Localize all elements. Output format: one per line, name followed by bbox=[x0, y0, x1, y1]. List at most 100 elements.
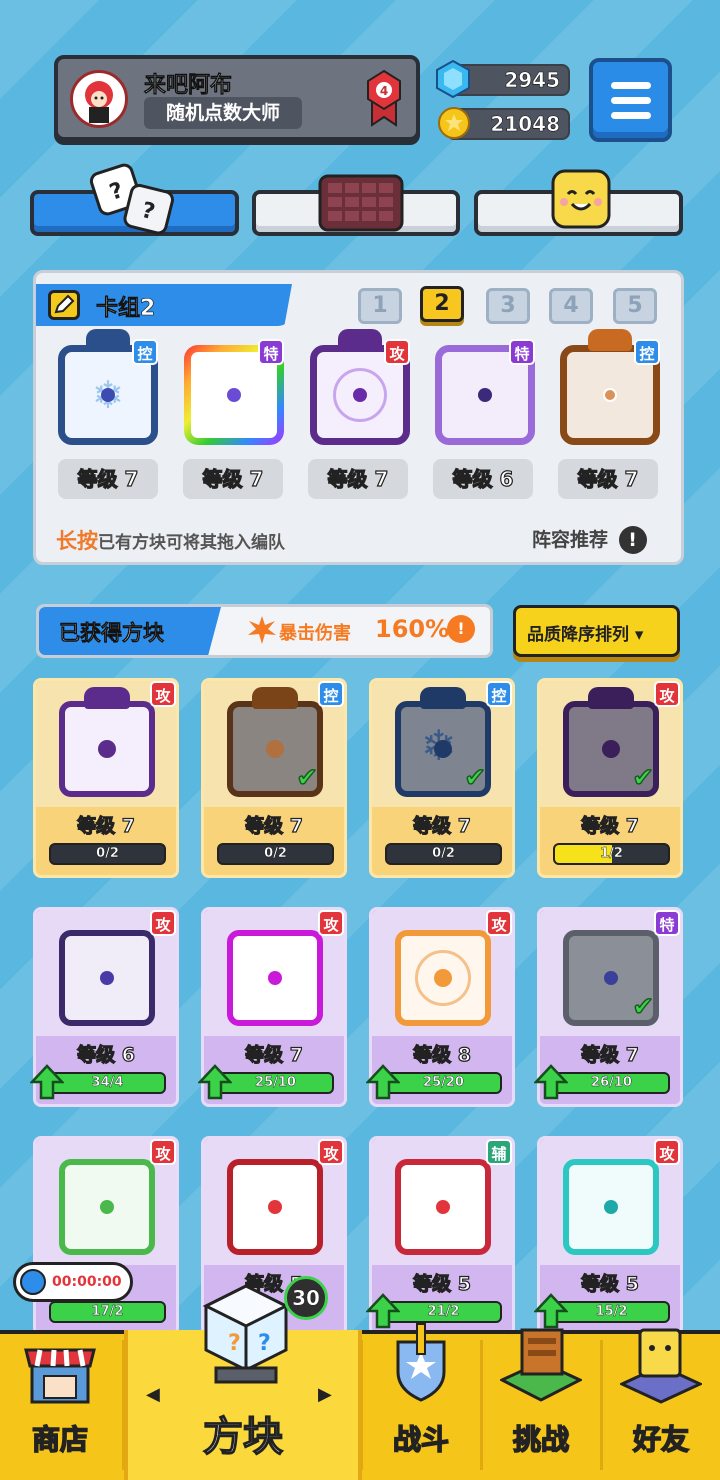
nav-battle[interactable]: 战斗 bbox=[362, 1323, 480, 1480]
deck-slot-ice[interactable]: ❄ 控 bbox=[56, 329, 160, 445]
card-level: 等级 7 bbox=[244, 1043, 303, 1066]
deck-slot-level: 等级 7 bbox=[308, 459, 408, 499]
upgrade-progress-bar: 0/2 bbox=[49, 843, 166, 865]
deck-slot-crack[interactable]: 特 bbox=[433, 339, 537, 445]
type-badge-attack: 攻 bbox=[318, 910, 344, 936]
dice-card[interactable]: 攻 等级 8 25/20 bbox=[365, 907, 515, 1107]
dragon-head-icon bbox=[588, 329, 632, 351]
deck-page-tab-2[interactable]: 2 bbox=[420, 286, 464, 322]
dice-card[interactable]: 攻 17/2 bbox=[33, 1136, 179, 1336]
type-badge-control: 控 bbox=[318, 681, 344, 707]
pip bbox=[100, 971, 114, 985]
upgrade-arrow-icon[interactable] bbox=[197, 1064, 233, 1100]
sort-button[interactable]: 品质降序排列 ▾ bbox=[513, 605, 680, 657]
dragon-head-icon bbox=[86, 329, 130, 351]
nav-next-arrow-icon[interactable]: ▶ bbox=[318, 1384, 332, 1405]
dragon-head-icon bbox=[252, 687, 298, 709]
deck-page-tab-5[interactable]: 5 bbox=[613, 288, 657, 324]
dice-card[interactable]: 特 ✔ 等级 7 26/10 bbox=[533, 907, 683, 1107]
shop-stall-icon bbox=[20, 1330, 100, 1410]
deck-slot-level: 等级 7 bbox=[183, 459, 283, 499]
deck-page-tab-1[interactable]: 1 bbox=[358, 288, 402, 324]
nav-prev-arrow-icon[interactable]: ◀ bbox=[146, 1384, 160, 1405]
progress-text: 0/2 bbox=[432, 846, 455, 861]
in-deck-check-icon: ✔ bbox=[631, 762, 654, 794]
recommend-label: 阵容推荐 bbox=[532, 529, 609, 551]
menu-line-icon bbox=[611, 82, 651, 89]
dice-count-badge: 30 bbox=[284, 1276, 328, 1320]
pip bbox=[604, 1200, 618, 1214]
nav-dice[interactable]: ?? ◀ ▶ 方块 bbox=[124, 1284, 362, 1480]
dice-card[interactable]: 辅 等级 5 21/2 bbox=[365, 1136, 515, 1336]
card-level: 等级 7 bbox=[76, 814, 135, 837]
card-level: 等级 6 bbox=[76, 1043, 135, 1066]
hint-text: 已有方块可将其拖入编队 bbox=[98, 533, 285, 553]
friend-character-icon bbox=[618, 1322, 704, 1406]
nav-friends[interactable]: 好友 bbox=[602, 1328, 720, 1480]
upgrade-arrow-icon[interactable] bbox=[29, 1064, 65, 1100]
crack-red-dice-tile bbox=[227, 1159, 323, 1255]
upgrade-progress-bar: 34/4 bbox=[49, 1072, 166, 1094]
deck-name: 卡组2 bbox=[96, 296, 156, 322]
pencil-edit-icon[interactable] bbox=[48, 290, 80, 320]
avatar[interactable] bbox=[70, 70, 128, 128]
dice-card[interactable]: 攻 等级 7 25/10 bbox=[197, 907, 347, 1107]
dice-card[interactable]: 攻 等级 5 15/2 bbox=[533, 1136, 683, 1336]
upgrade-progress-bar: 0/2 bbox=[217, 843, 334, 865]
upgrade-arrow-icon[interactable] bbox=[365, 1064, 401, 1100]
type-badge-control: 控 bbox=[132, 339, 158, 365]
pip bbox=[602, 740, 620, 758]
progress-text: 0/2 bbox=[96, 846, 119, 861]
obtained-label: 已获得方块 bbox=[39, 607, 221, 655]
type-badge-attack: 攻 bbox=[654, 681, 680, 707]
dice-card[interactable]: 攻 等级 6 34/4 bbox=[29, 907, 179, 1107]
biohazard-dice-tile bbox=[59, 1159, 155, 1255]
sword-shield-icon bbox=[384, 1322, 458, 1406]
upgrade-progress-bar: 26/10 bbox=[553, 1072, 670, 1094]
upgrade-progress-bar: 21/2 bbox=[385, 1301, 502, 1323]
upgrade-progress-bar: 25/20 bbox=[385, 1072, 502, 1094]
upgrade-progress-bar: 17/2 bbox=[49, 1301, 166, 1323]
card-level: 等级 5 bbox=[412, 1272, 471, 1295]
deck-page-tab-3[interactable]: 3 bbox=[486, 288, 530, 324]
menu-button[interactable] bbox=[589, 58, 672, 142]
dragon-head-icon bbox=[588, 687, 634, 709]
in-deck-check-icon: ✔ bbox=[295, 762, 318, 794]
type-badge-attack: 攻 bbox=[384, 339, 410, 365]
nav-shop[interactable]: 商店 bbox=[0, 1330, 120, 1480]
pip bbox=[101, 388, 115, 402]
rank-ribbon-icon[interactable]: 4 bbox=[364, 69, 404, 127]
dice-icon: ?? bbox=[88, 158, 178, 238]
dice-card[interactable]: ❄ 控 ✔ 等级 7 0/2 bbox=[369, 678, 515, 878]
recommend-lineup-button[interactable]: 阵容推荐 ! bbox=[532, 525, 647, 554]
upgrade-progress-bar: 15/2 bbox=[553, 1301, 670, 1323]
card-level: 等级 7 bbox=[244, 814, 303, 837]
nav-dice-label: 方块 bbox=[202, 1413, 284, 1461]
deck-page-tab-4[interactable]: 4 bbox=[549, 288, 593, 324]
dice-card[interactable]: 攻 等级 7 0/2 bbox=[33, 678, 179, 878]
scythe-dice-tile bbox=[59, 930, 155, 1026]
stopwatch-icon bbox=[20, 1269, 46, 1295]
upgrade-arrow-icon[interactable] bbox=[533, 1064, 569, 1100]
dice-card[interactable]: 攻 ✔ 等级 7 1/2 bbox=[537, 678, 683, 878]
timer-pill[interactable]: 00:00:00 bbox=[13, 1262, 133, 1302]
menu-line-icon bbox=[611, 112, 651, 119]
deck-slot-rainbow[interactable]: 特 bbox=[182, 339, 286, 443]
upgrade-progress-bar: 25/10 bbox=[217, 1072, 334, 1094]
deck-name-label[interactable]: 卡组2 bbox=[36, 284, 292, 326]
deck-slot-earth[interactable]: 控 bbox=[558, 329, 662, 445]
progress-text: 15/2 bbox=[595, 1304, 628, 1319]
pip bbox=[434, 740, 452, 758]
nav-challenge[interactable]: 挑战 bbox=[482, 1328, 600, 1480]
dragon-head-icon bbox=[338, 329, 382, 351]
menu-line-icon bbox=[611, 97, 651, 104]
type-badge-attack: 攻 bbox=[150, 1139, 176, 1165]
deck-slot-arcane[interactable]: 攻 bbox=[308, 329, 412, 445]
gem-icon bbox=[436, 59, 470, 99]
wind-dice-tile bbox=[563, 1159, 659, 1255]
cross-dice-tile bbox=[395, 1159, 491, 1255]
card-level: 等级 7 bbox=[412, 814, 471, 837]
dice-card[interactable]: 控 ✔ 等级 7 0/2 bbox=[201, 678, 347, 878]
profile-panel[interactable]: 来吧阿布 随机点数大师 4 bbox=[54, 55, 420, 141]
crit-info-icon[interactable]: ! bbox=[447, 615, 475, 643]
